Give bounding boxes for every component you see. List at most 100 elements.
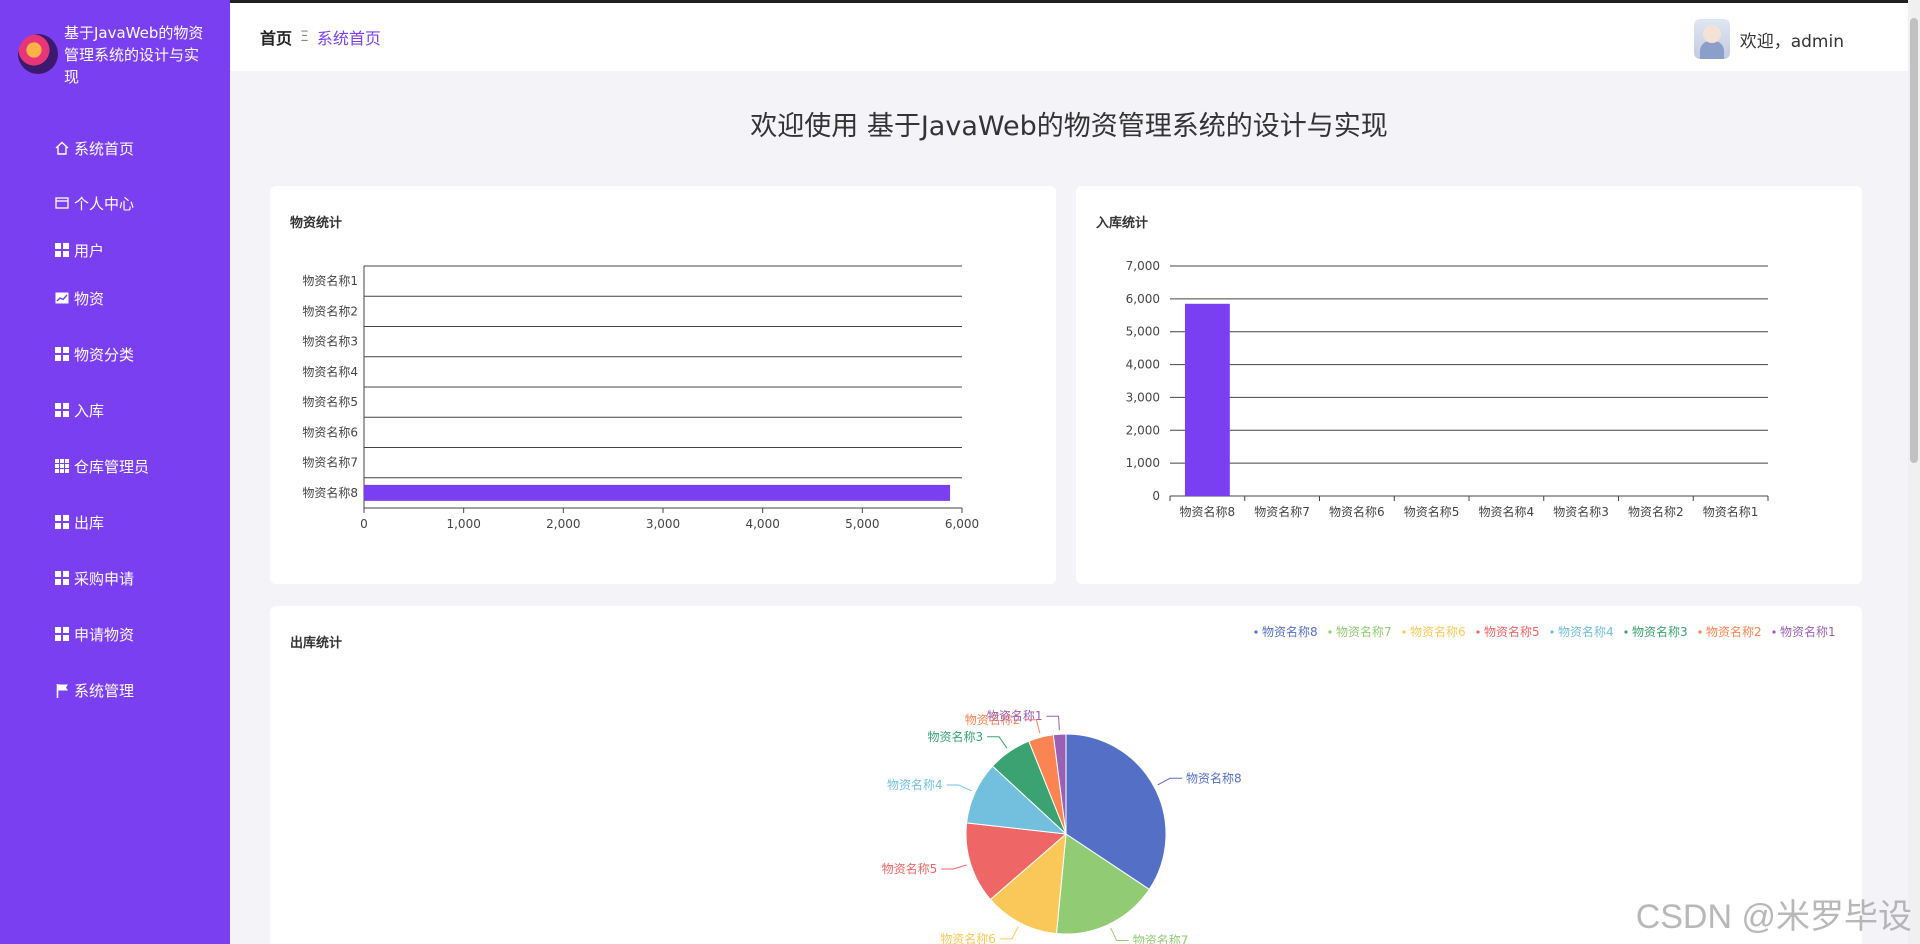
app-title: 基于JavaWeb的物资管理系统的设计与实现 <box>64 24 204 86</box>
y-tick-label: 物资名称2 <box>302 303 358 318</box>
pie-label: 物资名称6 <box>940 931 996 944</box>
y-tick-label: 0 <box>1152 489 1160 503</box>
outbound-stats-card: 出库统计 物资名称8 物资名称7 物资名称6 物资名称5 物资名称4 物资名称3 物资名称2… <box>270 606 1862 944</box>
sidebar-item-inbound[interactable]: 入库 <box>0 382 230 438</box>
sidebar-item-label: 申请物资 <box>74 625 135 644</box>
y-tick-label: 1,000 <box>1126 456 1160 470</box>
legend-marker <box>1698 630 1702 634</box>
y-tick-label: 2,000 <box>1126 423 1160 437</box>
avatar[interactable] <box>1693 19 1730 59</box>
grid-icon <box>54 242 70 258</box>
inbound-stats-chart: 0 1,000 2,000 3,000 4,000 5,000 6,000 7,000 物资名称… <box>1126 259 1769 519</box>
legend-label: 物资名称4 <box>1558 624 1614 639</box>
sidebar-item-label: 入库 <box>74 401 105 420</box>
sidebar-item-categories[interactable]: 物资分类 <box>0 326 230 382</box>
bar <box>364 484 951 501</box>
legend-label: 物资名称7 <box>1336 624 1392 639</box>
scrollbar[interactable] <box>1908 0 1920 944</box>
y-tick-label: 4,000 <box>1126 358 1160 372</box>
pie-label: 物资名称7 <box>1133 933 1189 944</box>
x-tick-label: 物资名称3 <box>1553 504 1609 519</box>
home-icon <box>54 140 70 156</box>
sidebar-item-label: 采购申请 <box>74 569 135 588</box>
sidebar-item-outbound[interactable]: 出库 <box>0 494 230 550</box>
y-tick-label: 物资名称5 <box>302 394 358 409</box>
pie-label-line <box>1110 927 1129 942</box>
x-tick-label: 物资名称7 <box>1254 504 1310 519</box>
x-tick-label: 5,000 <box>845 517 879 531</box>
pie-label: 物资名称4 <box>887 777 943 792</box>
pie-label: 物资名称8 <box>1186 770 1242 785</box>
grid-icon <box>54 570 70 586</box>
y-tick-label: 7,000 <box>1126 259 1160 273</box>
scrollbar-thumb[interactable] <box>1910 18 1918 463</box>
bar <box>1184 303 1230 496</box>
watermark: CSDN @米罗毕设 <box>1635 898 1912 936</box>
legend-marker <box>1476 630 1480 634</box>
y-tick-label: 物资名称7 <box>302 455 358 470</box>
pie-label-line <box>987 736 1008 749</box>
welcome-user: 欢迎，admin <box>1739 31 1844 52</box>
pie-label: 物资名称1 <box>987 708 1043 723</box>
y-tick-label: 3,000 <box>1126 390 1160 404</box>
outbound-stats-chart: 物资名称8 物资名称7 物资名称6 物资名称5 物资名称4 物资名称3 物资名称2 物资名称1… <box>882 624 1836 944</box>
page-title: 欢迎使用 基于JavaWeb的物资管理系统的设计与实现 <box>750 111 1388 142</box>
x-tick-label: 物资名称5 <box>1404 504 1460 519</box>
breadcrumb-current: 系统首页 <box>316 29 381 48</box>
sidebar-item-material-request[interactable]: 申请物资 <box>0 606 230 662</box>
x-tick-label: 物资名称2 <box>1628 504 1684 519</box>
pie-label-line <box>946 784 972 792</box>
pie-label: 物资名称3 <box>927 729 983 744</box>
x-tick-label: 4,000 <box>745 517 779 531</box>
y-tick-label: 5,000 <box>1126 325 1160 339</box>
breadcrumb: 首页 Ξ 系统首页 <box>260 25 381 49</box>
sidebar-item-users[interactable]: 用户 <box>0 230 230 270</box>
legend-label: 物资名称3 <box>1632 624 1688 639</box>
x-tick-label: 物资名称1 <box>1703 504 1759 519</box>
grid-icon <box>54 402 70 418</box>
sidebar-item-warehouse-admin[interactable]: 仓库管理员 <box>0 438 230 494</box>
sidebar-item-label: 出库 <box>74 513 105 532</box>
legend-label: 物资名称2 <box>1706 624 1762 639</box>
breadcrumb-home[interactable]: 首页 <box>260 25 292 49</box>
pie-label: 物资名称5 <box>882 861 938 876</box>
legend-marker <box>1402 630 1406 634</box>
breadcrumb-separator-icon: Ξ <box>300 29 309 45</box>
pie-label-line <box>941 864 967 870</box>
legend-marker <box>1624 630 1628 634</box>
card-icon <box>54 195 70 211</box>
material-stats-card: 物资统计 物资名称1 物资名称2 物资名称3 物资名称4 物资名称5 物资名称6 物资名称7… <box>270 186 1056 584</box>
legend-marker <box>1328 630 1332 634</box>
y-tick-label: 物资名称1 <box>302 273 358 288</box>
x-tick-label: 2,000 <box>546 517 580 531</box>
user-menu[interactable]: 欢迎，admin <box>1693 19 1844 59</box>
sidebar-item-label: 用户 <box>74 241 105 260</box>
legend-marker <box>1772 630 1776 634</box>
pie-label-line <box>1046 715 1060 731</box>
x-tick-label: 物资名称4 <box>1479 504 1535 519</box>
sidebar-item-label: 物资分类 <box>74 345 135 364</box>
sidebar-item-purchase-request[interactable]: 采购申请 <box>0 550 230 606</box>
sidebar-item-materials[interactable]: 物资 <box>0 270 230 326</box>
legend-label: 物资名称8 <box>1262 624 1318 639</box>
y-tick-label: 物资名称6 <box>302 424 358 439</box>
legend-marker <box>1550 630 1554 634</box>
y-tick-label: 物资名称3 <box>302 334 358 349</box>
sidebar-item-label: 系统管理 <box>74 681 135 700</box>
material-stats-chart: 物资名称1 物资名称2 物资名称3 物资名称4 物资名称5 物资名称6 物资名称7 物资名称8… <box>302 265 979 531</box>
brand: 基于JavaWeb的物资管理系统的设计与实现 <box>0 0 230 118</box>
x-tick-label: 6,000 <box>945 517 979 531</box>
sidebar-item-label: 物资 <box>74 289 105 308</box>
y-tick-label: 物资名称4 <box>302 364 358 379</box>
sidebar-item-label: 仓库管理员 <box>74 457 150 476</box>
sidebar-menu: 系统首页 个人中心 用户 物资 物资分类 入库 仓库管理员 出库 采购申请 申请… <box>0 120 230 718</box>
sidebar-item-home[interactable]: 系统首页 <box>0 120 230 176</box>
pie-label-line <box>999 926 1019 940</box>
grid9-icon <box>54 458 70 474</box>
app-logo <box>18 34 58 74</box>
flag-icon <box>54 682 70 698</box>
sidebar-item-profile[interactable]: 个人中心 <box>0 176 230 230</box>
y-tick-label: 物资名称8 <box>302 485 358 500</box>
sidebar-item-system[interactable]: 系统管理 <box>0 662 230 718</box>
sidebar-item-label: 个人中心 <box>74 194 135 213</box>
